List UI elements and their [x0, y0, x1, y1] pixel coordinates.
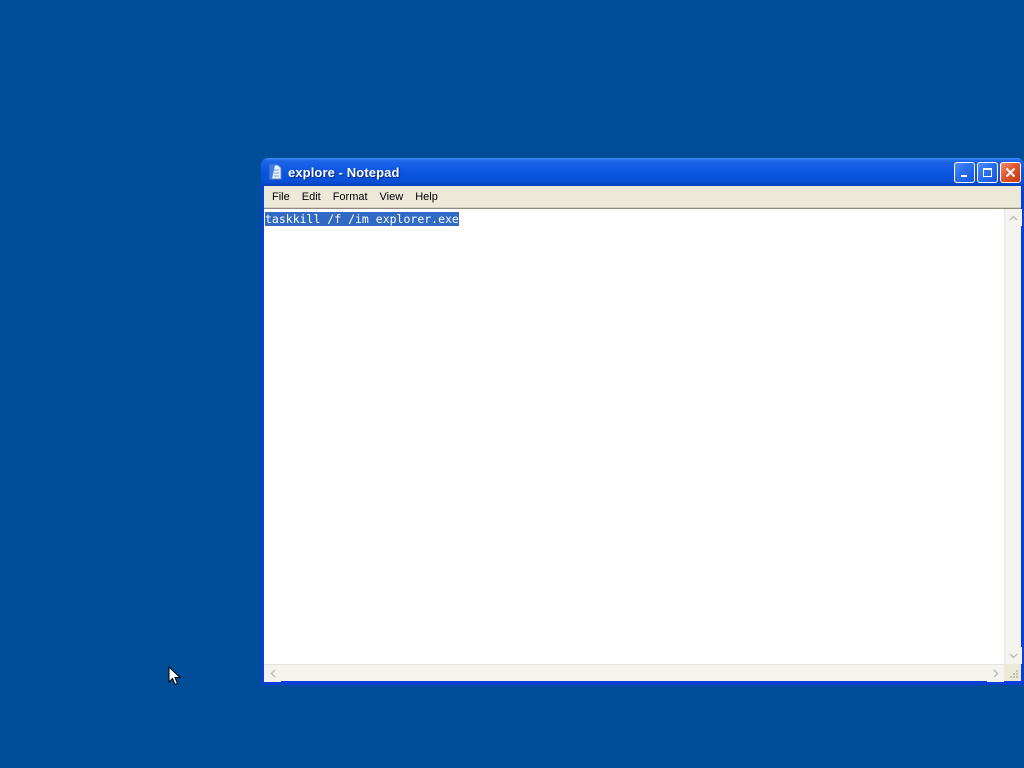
- arrow-right-icon: [992, 669, 999, 678]
- menu-file[interactable]: File: [266, 188, 296, 206]
- menu-help[interactable]: Help: [409, 188, 444, 206]
- menu-edit[interactable]: Edit: [296, 188, 327, 206]
- minimize-button[interactable]: [954, 162, 975, 183]
- title-bar[interactable]: explore - Notepad: [261, 158, 1024, 186]
- scroll-left-button[interactable]: [264, 665, 281, 682]
- scroll-right-button[interactable]: [987, 665, 1004, 682]
- vertical-scrollbar[interactable]: [1004, 209, 1022, 664]
- scroll-down-button[interactable]: [1005, 647, 1022, 664]
- title-buttons: [954, 162, 1021, 183]
- scroll-up-button[interactable]: [1005, 209, 1022, 226]
- notepad-window[interactable]: explore - Notepad File Edit Format View …: [261, 158, 1024, 685]
- arrow-down-icon: [1009, 652, 1018, 659]
- close-icon: [1005, 167, 1016, 178]
- maximize-button[interactable]: [977, 162, 998, 183]
- size-grip-icon: [1010, 670, 1018, 678]
- minimize-icon: [961, 175, 967, 177]
- close-button[interactable]: [1000, 162, 1021, 183]
- arrow-up-icon: [1009, 214, 1018, 221]
- menu-view[interactable]: View: [374, 188, 410, 206]
- client-area: taskkill /f /im explorer.exe: [264, 208, 1022, 682]
- arrow-left-icon: [269, 669, 276, 678]
- window-title: explore - Notepad: [288, 164, 400, 180]
- selected-text[interactable]: taskkill /f /im explorer.exe: [265, 212, 459, 226]
- mouse-cursor-icon: [168, 666, 182, 686]
- notepad-icon: [269, 164, 282, 180]
- text-editor[interactable]: taskkill /f /im explorer.exe: [264, 209, 1004, 664]
- maximize-icon: [983, 168, 992, 177]
- menu-bar: File Edit Format View Help: [264, 186, 1021, 208]
- horizontal-scrollbar[interactable]: [264, 664, 1004, 682]
- menu-format[interactable]: Format: [327, 188, 374, 206]
- size-grip[interactable]: [1004, 664, 1021, 681]
